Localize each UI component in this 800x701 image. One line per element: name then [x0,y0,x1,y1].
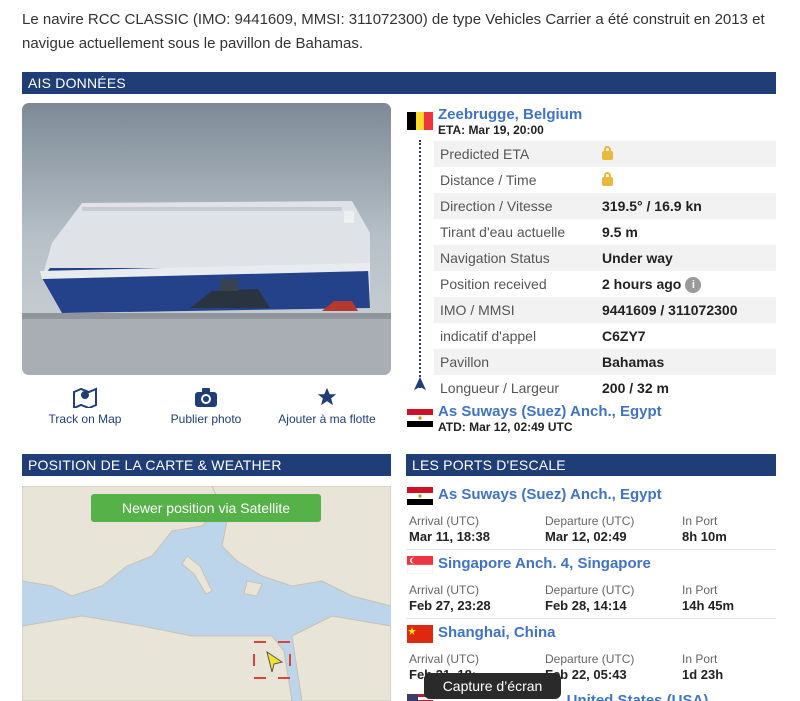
detail-value: Bahamas [602,354,665,370]
vessel-photo[interactable] [22,103,391,375]
detail-row: Distance / Time [434,167,776,193]
arrival-label: Arrival (UTC) [409,652,479,666]
detail-value: C6ZY7 [602,328,646,344]
section-header-ais: AIS DONNÉES [22,72,776,94]
detail-label: Navigation Status [440,250,550,266]
detail-row: Pavillon Bahamas [434,349,776,375]
detail-value [602,167,776,193]
in-port-label: In Port [682,583,718,597]
add-to-fleet-button[interactable]: Ajouter à ma flotte [267,386,387,426]
arrival-value: Mar 11, 18:38 [409,529,490,544]
route-arrow-icon [414,377,426,390]
departure-value: Feb 28, 14:14 [545,598,627,613]
add-to-fleet-label: Ajouter à ma flotte [278,412,376,426]
in-port-value: 1d 23h [682,667,724,682]
port-of-call-link[interactable]: ... United States (USA) [550,692,708,701]
china-flag-icon [407,625,433,643]
track-on-map-label: Track on Map [48,412,122,426]
vessel-intro-text: Le navire RCC CLASSIC (IMO: 9441609, MMS… [22,11,765,52]
departure-label: Departure (UTC) [545,652,635,666]
detail-value: Under way [602,250,673,266]
arrival-label: Arrival (UTC) [409,583,479,597]
detail-row: IMO / MMSI 9441609 / 311072300 [434,297,776,323]
satellite-position-button[interactable]: Newer position via Satellite [91,494,321,522]
section-header-ports: LES PORTS D'ESCALE [406,454,776,476]
in-port-label: In Port [682,652,718,666]
departure-label: Departure (UTC) [545,583,635,597]
detail-row: Longueur / Largeur 200 / 32 m [434,375,776,401]
belgium-flag-icon [407,112,433,130]
lock-icon[interactable] [602,146,613,160]
detail-label: Position received [440,276,547,292]
arrival-label: Arrival (UTC) [409,514,479,528]
detail-label: IMO / MMSI [440,302,515,318]
lock-icon[interactable] [602,172,613,186]
detail-value: 200 / 32 m [602,380,669,396]
detail-value [602,141,776,167]
vessel-details-table: Predicted ETA Distance / Time Direction … [434,141,776,401]
departure-value: Mar 12, 02:49 [545,529,627,544]
in-port-label: In Port [682,514,718,528]
destination-eta: ETA: Mar 19, 20:00 [438,123,544,137]
egypt-flag-icon [407,409,433,427]
detail-label: Pavillon [440,354,490,370]
detail-row: Direction / Vitesse 319.5° / 16.9 kn [434,193,776,219]
camera-icon [146,386,266,408]
detail-label: Direction / Vitesse [440,198,553,214]
port-of-call-link[interactable]: Singapore Anch. 4, Singapore [438,555,651,572]
detail-row: indicatif d'appel C6ZY7 [434,323,776,349]
singapore-flag-icon [406,556,434,575]
departure-label: Departure (UTC) [545,514,635,528]
port-of-call-link[interactable]: As Suways (Suez) Anch., Egypt [438,486,662,503]
section-header-map: POSITION DE LA CARTE & WEATHER [22,454,391,476]
detail-label: Tirant d'eau actuelle [440,224,566,240]
port-of-call-link[interactable]: Shanghai, China [438,624,556,641]
egypt-flag-icon [407,487,433,505]
port-separator [406,549,776,550]
detail-value: 2 hours ago i [602,271,776,297]
detail-value: 319.5° / 16.9 kn [602,198,702,214]
in-port-value: 8h 10m [682,529,727,544]
detail-value: 9.5 m [602,224,638,240]
publish-photo-label: Publier photo [170,412,242,426]
detail-row: Position received 2 hours ago i [434,271,776,297]
port-separator [406,618,776,619]
map-pin-icon [25,386,145,410]
arrival-value: Feb 27, 23:28 [409,598,491,613]
detail-row: Tirant d'eau actuelle 9.5 m [434,219,776,245]
detail-row: Predicted ETA [434,141,776,167]
in-port-value: 14h 45m [682,598,735,613]
detail-label: Distance / Time [440,172,537,188]
detail-label: indicatif d'appel [440,328,537,344]
info-icon[interactable]: i [685,277,702,294]
route-dotted-line [419,140,421,388]
detail-row: Navigation Status Under way [434,245,776,271]
photo-actions: Track on Map Publier photo Ajouter à ma … [22,386,391,426]
detail-label: Predicted ETA [440,146,530,162]
publish-photo-button[interactable]: Publier photo [146,386,266,426]
departure-port-link[interactable]: As Suways (Suez) Anch., Egypt [438,403,662,420]
track-on-map-button[interactable]: Track on Map [25,386,145,426]
departure-atd: ATD: Mar 12, 02:49 UTC [438,420,573,434]
screenshot-tooltip: Capture d’écran [424,673,561,699]
star-icon [267,386,387,408]
detail-value: 9441609 / 311072300 [602,302,738,318]
detail-label: Longueur / Largeur [440,380,560,396]
destination-port-link[interactable]: Zeebrugge, Belgium [438,106,582,123]
position-received-value: 2 hours ago [602,276,682,292]
